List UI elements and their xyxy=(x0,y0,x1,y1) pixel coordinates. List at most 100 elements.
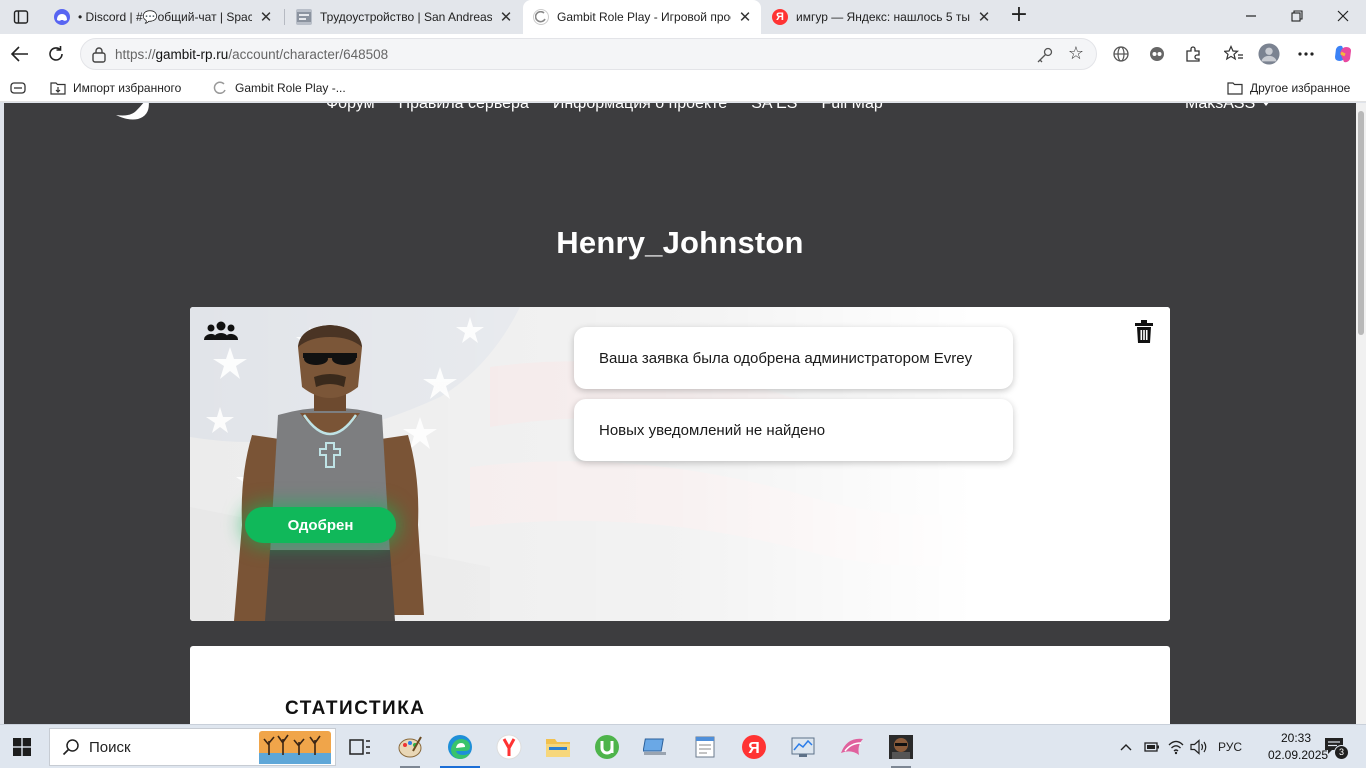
reading-view-button[interactable] xyxy=(10,79,26,97)
tab-discord[interactable]: • Discord | #💬общий-чат | Space ✕ xyxy=(44,3,282,31)
tab-close-button[interactable]: ✕ xyxy=(498,9,514,25)
taskbar-utorrent[interactable] xyxy=(587,729,627,765)
notification-item: Новых уведомлений не найдено xyxy=(574,399,1013,461)
new-tab-button[interactable]: + xyxy=(1008,4,1030,28)
browser-toolbar: https://gambit-rp.ru/account/character/6… xyxy=(0,34,1366,74)
globe-icon xyxy=(1113,46,1129,62)
taskbar-paint[interactable] xyxy=(390,729,430,768)
edge-icon xyxy=(448,735,472,759)
gta-launcher-icon xyxy=(841,738,863,755)
system-clock[interactable]: 20:33 02.09.2025 xyxy=(1268,730,1328,764)
tab-close-button[interactable]: ✕ xyxy=(976,9,992,25)
page-scrollbar[interactable] xyxy=(1356,103,1366,724)
nav-link-full-map[interactable]: Full Map xyxy=(821,103,882,113)
taskbar-edge[interactable] xyxy=(440,729,480,768)
translate-button[interactable] xyxy=(1110,43,1132,65)
reload-button[interactable] xyxy=(42,40,70,68)
taskbar-yandex-browser[interactable] xyxy=(489,729,529,765)
profile-avatar[interactable] xyxy=(1258,43,1280,65)
tab-forum[interactable]: Трудоустройство | San Andreas E ✕ xyxy=(286,3,522,31)
back-button[interactable] xyxy=(6,40,34,68)
input-language-indicator[interactable]: РУС xyxy=(1214,737,1246,757)
utorrent-icon xyxy=(595,735,619,759)
taskbar-network-app[interactable] xyxy=(636,729,676,765)
more-dots-icon xyxy=(1298,52,1314,56)
notification-count-badge: 3 xyxy=(1334,745,1349,760)
reload-icon xyxy=(49,46,63,61)
favorite-label: Gambit Role Play -... xyxy=(235,81,346,95)
search-icon xyxy=(62,739,79,756)
character-card: Одобрен Ваша заявка была одобрена админи… xyxy=(190,307,1170,621)
minimize-button[interactable] xyxy=(1228,0,1274,32)
nav-link-sa-es[interactable]: SA ES xyxy=(751,103,797,113)
tab-close-button[interactable]: ✕ xyxy=(258,9,274,25)
taskbar-monitor-app[interactable] xyxy=(783,729,823,765)
copilot-button[interactable] xyxy=(1332,43,1354,65)
tab-gambit-active[interactable]: Gambit Role Play - Игровой прое ✕ xyxy=(523,0,761,34)
favorite-item-gambit[interactable]: Gambit Role Play -... xyxy=(212,79,346,97)
tab-strip: • Discord | #💬общий-чат | Space ✕ Трудоу… xyxy=(0,0,1366,34)
favorite-item-import[interactable]: Импорт избранного xyxy=(50,79,181,97)
vpn-extension-icon xyxy=(1150,47,1164,61)
notepad-icon xyxy=(695,736,715,758)
battery-status[interactable] xyxy=(1141,737,1161,757)
paint-icon xyxy=(398,736,422,758)
windows-start-icon[interactable] xyxy=(13,738,31,756)
taskbar-task-view[interactable] xyxy=(340,729,380,765)
status-approved-badge: Одобрен xyxy=(245,507,396,543)
extension-button[interactable] xyxy=(1146,43,1168,65)
web-page: Форум Правила сервера Информация о проек… xyxy=(4,103,1356,724)
tab-title: Gambit Role Play - Игровой прое xyxy=(557,10,731,24)
taskbar-file-explorer[interactable] xyxy=(538,729,578,765)
gambit-icon xyxy=(533,9,549,25)
notification-center-button[interactable]: 3 xyxy=(1324,737,1349,760)
close-window-button[interactable] xyxy=(1320,0,1366,32)
favorites-button[interactable] xyxy=(1223,43,1245,65)
url-path: /account/character/648508 xyxy=(228,47,389,62)
url-host: gambit-rp.ru xyxy=(155,47,229,62)
svg-text:Я: Я xyxy=(748,740,760,757)
arrow-left-icon xyxy=(11,46,28,62)
close-icon xyxy=(1337,10,1349,22)
user-menu[interactable]: MaksASS xyxy=(1185,103,1271,113)
settings-more-button[interactable] xyxy=(1295,43,1317,65)
yandex-icon: Я xyxy=(742,735,766,759)
restore-button[interactable] xyxy=(1274,0,1320,32)
nav-link-rules[interactable]: Правила сервера xyxy=(399,103,529,113)
other-favorites-folder[interactable]: Другое избранное xyxy=(1227,79,1350,97)
clock-time: 20:33 xyxy=(1280,731,1312,745)
taskbar-gta-launcher[interactable] xyxy=(832,729,872,765)
tab-yandex[interactable]: Я имгур — Яндекс: нашлось 5 тыс ✕ xyxy=(762,3,1000,31)
network-status[interactable] xyxy=(1166,737,1186,757)
notification-item: Ваша заявка была одобрена администраторо… xyxy=(574,327,1013,389)
tab-actions-button[interactable] xyxy=(8,5,34,29)
site-logo[interactable] xyxy=(108,103,154,127)
search-placeholder: Поиск xyxy=(89,738,131,756)
favorite-star-icon[interactable]: ☆ xyxy=(1066,44,1086,64)
trash-icon[interactable] xyxy=(1134,320,1154,344)
tab-close-button[interactable]: ✕ xyxy=(737,9,753,25)
extensions-button[interactable] xyxy=(1182,43,1204,65)
taskbar-search-box[interactable]: Поиск xyxy=(49,728,336,766)
folder-import-icon xyxy=(50,80,66,96)
site-info-icon[interactable] xyxy=(90,46,108,64)
yandex-browser-icon xyxy=(496,734,522,760)
nav-link-forum[interactable]: Форум xyxy=(326,103,375,113)
favorite-label: Импорт избранного xyxy=(73,81,182,95)
address-bar[interactable]: https://gambit-rp.ru/account/character/6… xyxy=(80,38,1097,70)
taskbar-gta-sa[interactable] xyxy=(881,729,921,768)
nav-link-info[interactable]: Информация о проекте xyxy=(553,103,727,113)
yandex-icon: Я xyxy=(772,9,788,25)
tab-title: имгур — Яндекс: нашлось 5 тыс xyxy=(796,10,970,24)
forum-icon xyxy=(296,9,312,25)
show-hidden-icons-button[interactable] xyxy=(1117,737,1135,757)
volume-control[interactable] xyxy=(1189,737,1209,757)
tab-title: Трудоустройство | San Andreas E xyxy=(320,10,492,24)
tab-actions-icon xyxy=(13,10,29,24)
key-icon[interactable] xyxy=(1036,46,1054,64)
site-navigation: Форум Правила сервера Информация о проек… xyxy=(326,103,883,113)
favorites-bar: Импорт избранного Gambit Role Play -... … xyxy=(0,74,1366,102)
scrollbar-thumb[interactable] xyxy=(1358,111,1364,335)
taskbar-yandex[interactable]: Я xyxy=(734,729,774,765)
taskbar-notepad[interactable] xyxy=(685,729,725,765)
